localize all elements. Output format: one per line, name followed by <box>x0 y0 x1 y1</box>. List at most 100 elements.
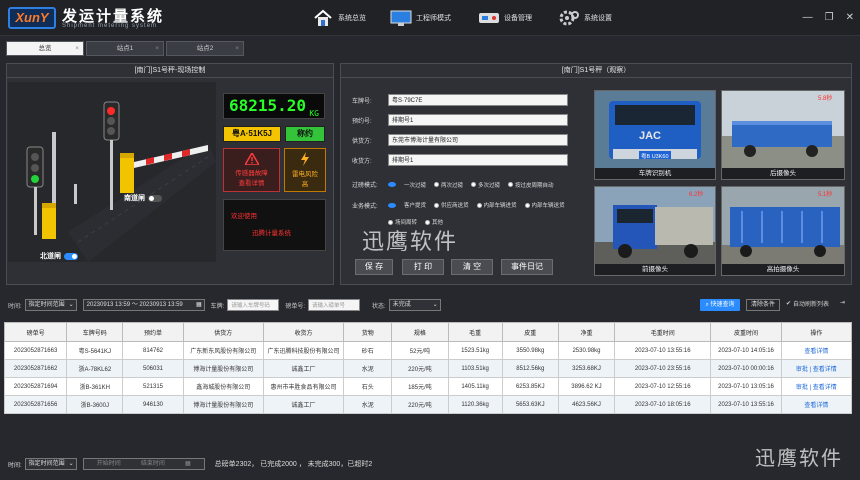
tab-site2[interactable]: 站点2 × <box>166 41 244 56</box>
table-cell: 2023-07-10 18:05:16 <box>614 395 712 414</box>
nav-label: 系统设置 <box>584 15 612 22</box>
table-row[interactable]: 2023052871663 粤S-5641KJ 814762 广东新东风股份有限公司广… <box>3 341 853 360</box>
weigh-mode-group: 一次过磅 两次过磅 多次过磅 按过皮周期自动 <box>388 181 608 189</box>
footer-label: 时间: <box>8 462 22 469</box>
supplier-field[interactable]: 东莞市博海计量有限公司 <box>388 134 568 146</box>
auto-refresh-toggle[interactable]: ✔ 自动刷新列表 <box>786 299 829 308</box>
business-mode-row: 业务模式: 客户提货 供应商送货 内部车辆进货 内部车辆送货 场间周转 其他 <box>352 201 598 226</box>
plate-badge: 粤A·51K5J <box>223 126 281 142</box>
plate-number-field[interactable]: 粤S·79C7E <box>388 94 568 106</box>
radio-dot <box>508 182 514 187</box>
field-label: 收货方: <box>352 158 372 165</box>
table-cell: 水泥 <box>343 395 393 414</box>
business-mode-option[interactable]: 内部车辆送货 <box>524 201 565 209</box>
booking-number-field[interactable]: 排期号1 <box>388 114 568 126</box>
review-link[interactable]: 审批 <box>796 367 808 373</box>
radio-label: 一次过磅 <box>404 182 427 189</box>
camera-label: 前摄像头 <box>595 264 715 275</box>
close-icon[interactable]: × <box>75 42 79 55</box>
weigh-mode-option[interactable]: 按过皮周期自动 <box>508 181 554 189</box>
north-gate-control[interactable]: 北道闸 <box>40 251 78 261</box>
weigh-mode-option[interactable]: 多次过磅 <box>471 181 500 189</box>
date-range-picker[interactable]: 20230913 13:59 ～ 20230913 13:59 ▦ <box>82 299 205 311</box>
footer-date-range[interactable]: 开始时间 结束时间 ▦ <box>82 458 205 470</box>
table-cell: 2023052871694 <box>3 377 68 396</box>
nav-device-management[interactable]: 设备管理 <box>478 8 532 28</box>
review-link[interactable]: 审批 <box>796 385 808 391</box>
view-detail-link[interactable]: 查看详情 <box>804 349 828 355</box>
weigh-mode-option[interactable]: 两次过磅 <box>434 181 463 189</box>
camera-plate-recognition[interactable]: JAC 粤B U3K60 车牌识别机 <box>594 90 716 180</box>
business-mode-option[interactable]: 场间周转 <box>388 218 417 226</box>
restore-button[interactable]: ❐ <box>825 12 834 23</box>
ticket-search-input[interactable]: 请输入磅单号 <box>308 299 361 311</box>
south-gate-control[interactable]: 南道闸 <box>124 193 162 203</box>
radio-label: 多次过磅 <box>478 182 501 189</box>
column-header: 毛重 <box>447 322 503 342</box>
svg-text:5.8秒: 5.8秒 <box>818 94 832 102</box>
table-cell: 鑫海城股份有限公司 <box>182 377 264 396</box>
view-detail-link[interactable]: 查看详情 <box>813 385 837 391</box>
weigh-mode-option[interactable]: 一次过磅 <box>388 181 426 189</box>
close-button[interactable]: ✕ <box>846 12 854 23</box>
actions-cell: 查看详情 <box>780 395 853 414</box>
quick-query-button[interactable]: ⌕ 快速查询 <box>700 299 740 311</box>
supplier-row: 供货方: 东莞市博海计量有限公司 <box>352 134 568 146</box>
business-mode-option[interactable]: 内部车辆进货 <box>476 201 517 209</box>
receiver-field[interactable]: 排期号1 <box>388 154 568 166</box>
nav-overview[interactable]: 系统总览 <box>312 8 366 28</box>
minimize-button[interactable]: — <box>803 12 813 23</box>
time-range-select[interactable]: 指定时间范围 ⌄ <box>24 299 77 311</box>
clear-filter-button[interactable]: 清除条件 <box>746 299 780 311</box>
save-button[interactable]: 保 存 <box>355 259 393 275</box>
filter-label: 磅单号: <box>285 303 306 310</box>
clear-button[interactable]: 清 空 <box>451 259 493 275</box>
booking-row: 预约号: 排期号1 <box>352 114 568 126</box>
south-gate-toggle[interactable] <box>148 194 162 202</box>
table-row[interactable]: 2023052871656 浙B-3600J 946130 博海计量股份有限公司 诚鑫工… <box>3 395 853 414</box>
actions-cell: 查看详情 <box>780 341 853 360</box>
lightning-risk: 雷电风险 高 <box>284 148 326 192</box>
view-detail-link[interactable]: 查看详情 <box>804 403 828 409</box>
business-mode-option[interactable]: 供应商送货 <box>434 201 469 209</box>
close-icon[interactable]: × <box>235 42 239 55</box>
alarm-text-line2: 查看详情 <box>238 180 265 187</box>
tab-site1[interactable]: 站点1 × <box>86 41 164 56</box>
business-mode-group: 客户提货 供应商送货 内部车辆进货 内部车辆送货场间周转 其他 <box>388 201 598 226</box>
footer-time-select[interactable]: 指定时间范围 ⌄ <box>24 458 77 470</box>
camera-front[interactable]: 6.2秒 前摄像头 <box>594 186 716 276</box>
camera-rear[interactable]: 5.8秒 后摄像头 <box>721 90 845 180</box>
tab-overview[interactable]: 总览 × <box>6 41 84 56</box>
event-log-button[interactable]: 事件日记 <box>501 259 553 275</box>
table-row[interactable]: 2023052871694 浙B-361KH 521315 鑫海城股份有限公司 惠州市丰… <box>3 377 853 396</box>
camera-overhead[interactable]: 5.1秒 高拍摄像头 <box>721 186 845 276</box>
business-mode-option[interactable]: 客户提货 <box>388 201 426 209</box>
table-cell: 石头 <box>343 377 393 396</box>
app-logo: XunY <box>8 7 56 29</box>
table-cell: 2023-07-10 12:55:16 <box>614 377 712 396</box>
nav-system-settings[interactable]: 系统设置 <box>558 8 612 28</box>
column-header: 货物 <box>343 322 393 342</box>
radio-dot <box>471 182 477 187</box>
table-cell: 2023-07-10 14:05:16 <box>710 341 782 360</box>
sensor-alarm-button[interactable]: 传感器故障 查看详情 <box>223 148 280 192</box>
nav-engineer-mode[interactable]: 工程师模式 <box>390 8 451 28</box>
business-mode-option[interactable]: 其他 <box>425 218 443 226</box>
radio-dot <box>476 202 482 208</box>
collapse-icon[interactable]: ⇥ <box>840 299 845 306</box>
north-gate-toggle[interactable] <box>64 252 78 260</box>
filter-label: 时间: <box>8 303 22 310</box>
table-cell: 浙A-78KL62 <box>66 359 124 378</box>
radio-dot <box>388 182 396 187</box>
gear-icon <box>558 9 580 27</box>
status-select[interactable]: 未完成 ⌄ <box>388 299 441 311</box>
table-row[interactable]: 2023052871662 浙A-78KL62 506031 博海计量股份有限公司 诚鑫… <box>3 359 853 378</box>
close-icon[interactable]: × <box>155 42 159 55</box>
view-detail-link[interactable]: 查看详情 <box>813 367 837 373</box>
table-cell: 6253.85KJ <box>501 377 559 396</box>
warning-icon <box>224 151 279 167</box>
print-button[interactable]: 打 印 <box>402 259 444 275</box>
lightning-text-line2: 高 <box>301 181 309 188</box>
weight-unit: KG <box>309 109 319 118</box>
plate-search-input[interactable]: 请输入车牌号码 <box>227 299 280 311</box>
